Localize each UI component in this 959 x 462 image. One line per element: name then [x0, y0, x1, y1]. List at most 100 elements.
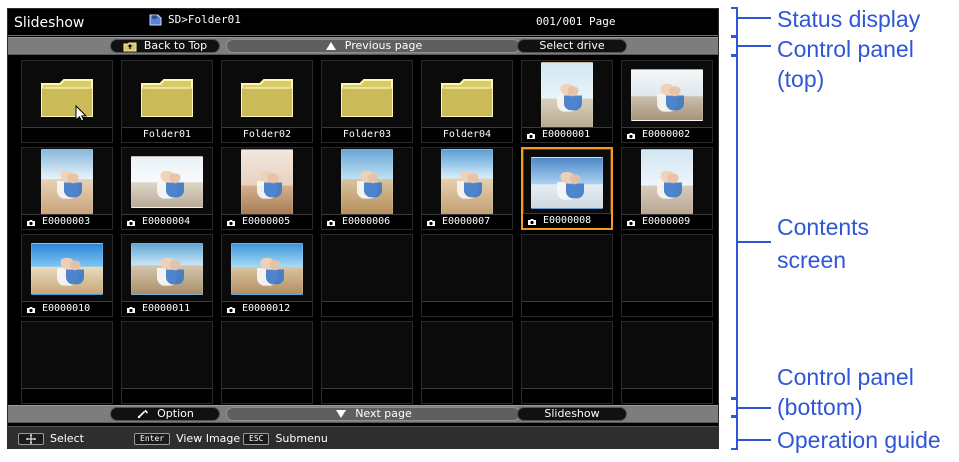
image-tile[interactable]: E0000005: [221, 147, 313, 230]
photo-thumbnail: [31, 242, 103, 295]
option-button[interactable]: Option: [110, 407, 220, 421]
image-tile[interactable]: E0000008: [521, 147, 613, 230]
down-triangle-icon: [334, 408, 348, 420]
image-tile[interactable]: E0000001: [521, 60, 613, 143]
folder-tile[interactable]: Folder03: [321, 60, 413, 143]
tile-label-bar: E0000002: [622, 127, 712, 142]
folder-tile[interactable]: Folder01: [121, 60, 213, 143]
photo-thumbnail: [231, 242, 303, 295]
camera-icon: [526, 131, 536, 139]
tile-label-bar: [422, 388, 512, 403]
tile-label-bar: E0000007: [422, 214, 512, 229]
tile-label-bar: [22, 388, 112, 403]
tile-label-bar: Folder03: [322, 127, 412, 142]
callout-control-panel-bottom-line1: Control panel: [777, 364, 914, 390]
camera-icon: [26, 305, 36, 313]
image-tile[interactable]: E0000002: [621, 60, 713, 143]
camera-icon: [126, 305, 136, 313]
thumbnail-figure-2: [666, 85, 685, 110]
image-tile[interactable]: E0000004: [121, 147, 213, 230]
camera-icon: [26, 218, 36, 226]
image-tile[interactable]: E0000003: [21, 147, 113, 230]
empty-tile: [21, 321, 113, 404]
tile-label: Folder03: [342, 129, 392, 140]
thumbnail-area: [422, 148, 512, 215]
camera-icon: [226, 305, 236, 313]
tile-label-bar: [222, 388, 312, 403]
folder-icon: [232, 70, 302, 120]
thumbnail-figure-2: [264, 173, 282, 198]
thumbnail-figure-2: [664, 173, 682, 198]
tile-label-bar: [422, 301, 512, 316]
folder-icon-with-cursor: [32, 70, 102, 123]
thumbnail-area: [522, 322, 612, 389]
guide-submenu-label: Submenu: [275, 432, 328, 445]
contents-screen: Folder01 Folder02 Folder03 Folder04 E000…: [8, 57, 718, 405]
previous-page-button[interactable]: Previous page: [226, 39, 520, 53]
tile-label: E0000011: [142, 303, 191, 314]
up-triangle-icon: [324, 40, 338, 52]
image-tile[interactable]: E0000011: [121, 234, 213, 317]
photo-thumbnail: [131, 155, 203, 208]
thumbnail-area: [222, 235, 312, 302]
thumbnail-area: [22, 322, 112, 389]
thumbnail-area: [322, 235, 412, 302]
folder-icon: [332, 70, 402, 120]
tile-label-bar: E0000006: [322, 214, 412, 229]
back-to-top-label: Back to Top: [143, 39, 208, 52]
thumbnail-area: [622, 148, 712, 215]
image-tile[interactable]: E0000009: [621, 147, 713, 230]
select-drive-button[interactable]: Select drive: [517, 39, 627, 53]
thumbnail-area: [322, 148, 412, 215]
tile-label: E0000010: [42, 303, 91, 314]
folder-tile[interactable]: [21, 60, 113, 143]
callout-contents-line1: Contents: [777, 214, 870, 240]
tile-label-bar: [522, 301, 612, 316]
previous-page-label: Previous page: [344, 39, 423, 52]
thumbnail-figure-2: [166, 259, 185, 284]
page-indicator: 001/001 Page: [536, 15, 616, 28]
tile-label-bar: Folder02: [222, 127, 312, 142]
thumbnail-area: [322, 61, 412, 128]
photo-thumbnail: [641, 148, 693, 215]
photo-thumbnail: [631, 68, 703, 121]
image-tile[interactable]: E0000010: [21, 234, 113, 317]
tile-label-bar: [622, 301, 712, 316]
image-tile[interactable]: E0000006: [321, 147, 413, 230]
thumbnail-area: [222, 148, 312, 215]
back-to-top-button[interactable]: Back to Top: [110, 39, 220, 53]
empty-tile: [221, 321, 313, 404]
slideshow-screen: Slideshow SD>Folder01 001/001 Page Back …: [7, 8, 719, 449]
tile-label-bar: Folder04: [422, 127, 512, 142]
tile-label-bar: [322, 388, 412, 403]
tile-label: Folder04: [442, 129, 492, 140]
image-tile[interactable]: E0000007: [421, 147, 513, 230]
thumbnail-figure-2: [64, 173, 82, 198]
wrench-icon: [136, 408, 150, 420]
control-panel-bottom: Option Next page Slideshow: [8, 405, 718, 423]
enter-keycap: Enter: [134, 432, 171, 445]
slideshow-button[interactable]: Slideshow: [517, 407, 627, 421]
tile-label: E0000005: [242, 216, 291, 227]
tile-label-bar: [322, 301, 412, 316]
image-tile[interactable]: E0000012: [221, 234, 313, 317]
empty-tile: [521, 321, 613, 404]
callout-operation-guide: Operation guide: [777, 427, 941, 453]
thumbnail-area: [422, 61, 512, 128]
operation-guide: Select Enter View Image ESC Submenu: [8, 426, 718, 448]
photo-thumbnail: [241, 148, 293, 215]
thumbnail-grid: Folder01 Folder02 Folder03 Folder04 E000…: [21, 60, 713, 405]
folder-tile[interactable]: Folder04: [421, 60, 513, 143]
thumbnail-figure-2: [266, 259, 285, 284]
tile-label: Folder02: [242, 129, 292, 140]
tile-label-bar: E0000010: [22, 301, 112, 316]
tile-label-bar: Folder01: [122, 127, 212, 142]
folder-tile[interactable]: Folder02: [221, 60, 313, 143]
camera-icon: [426, 218, 436, 226]
next-page-button[interactable]: Next page: [226, 407, 520, 421]
tile-label: E0000008: [543, 215, 592, 226]
thumbnail-area: [622, 61, 712, 128]
thumbnail-area: [523, 149, 611, 216]
tile-label: E0000012: [242, 303, 291, 314]
control-panel-top: Back to Top Previous page Select drive: [8, 37, 718, 55]
